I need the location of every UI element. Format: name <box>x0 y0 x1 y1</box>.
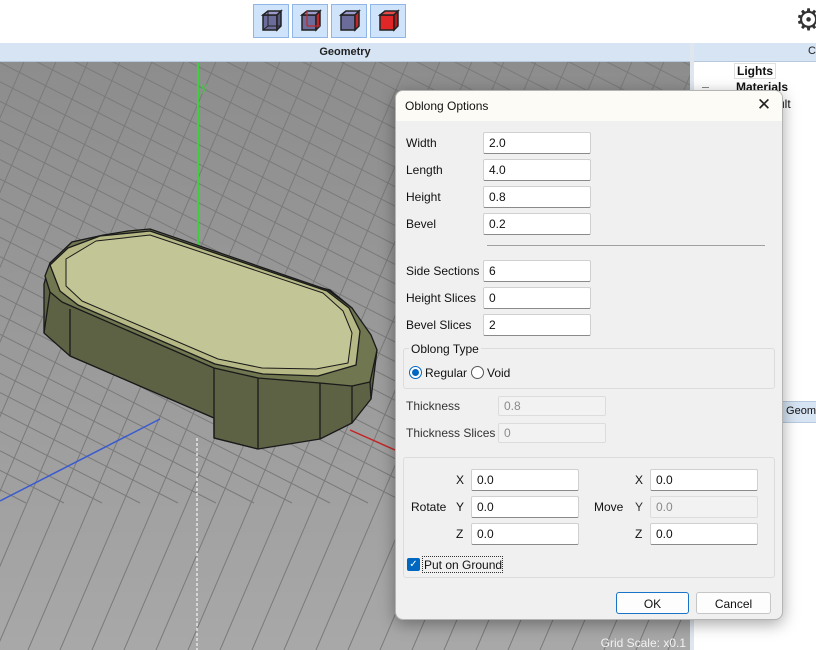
scene-tree-title: C <box>808 45 816 57</box>
tree-collapse-icon[interactable] <box>702 87 709 88</box>
wireframe-cube-icon <box>260 9 283 32</box>
dialog-title: Oblong Options <box>405 99 489 113</box>
rotate-y-input[interactable] <box>471 496 579 518</box>
put-on-ground-checkbox[interactable]: ✓ <box>407 558 420 571</box>
bevel-input[interactable] <box>483 213 591 235</box>
scene-tree-header: C <box>694 43 816 62</box>
rotate-x-input[interactable] <box>471 469 579 491</box>
section-divider <box>487 245 765 246</box>
rotate-z-input[interactable] <box>471 523 579 545</box>
wireframe-view-button[interactable] <box>253 4 289 38</box>
height-input[interactable] <box>483 186 591 208</box>
thickness-slices-label: Thickness Slices <box>406 426 496 440</box>
put-on-ground-label[interactable]: Put on Ground <box>424 558 502 572</box>
ok-button[interactable]: OK <box>616 592 689 614</box>
grid-scale-readout: Grid Scale: x0.1 <box>600 636 686 650</box>
move-x-label: X <box>635 473 644 487</box>
move-z-input[interactable] <box>650 523 758 545</box>
move-label: Move <box>594 500 624 514</box>
regular-radio-label[interactable]: Regular <box>425 366 467 380</box>
oblong-options-dialog: Oblong Options ✕ Width Length Height Bev… <box>395 90 783 620</box>
shaded-cube-icon <box>338 9 361 32</box>
rotate-label: Rotate <box>411 500 447 514</box>
height-slices-label: Height Slices <box>406 291 477 305</box>
move-z-label: Z <box>635 527 643 541</box>
void-radio-label[interactable]: Void <box>487 366 510 380</box>
y-axis-label: y <box>201 80 207 94</box>
rotate-y-label: Y <box>456 500 465 514</box>
shaded-wire-cube-icon <box>299 9 322 32</box>
void-radio[interactable] <box>471 366 484 379</box>
height-slices-input[interactable] <box>483 287 591 309</box>
cancel-button[interactable]: Cancel <box>696 592 771 614</box>
move-y-input <box>650 496 758 518</box>
bevel-slices-input[interactable] <box>483 314 591 336</box>
oblong-type-label: Oblong Type <box>409 342 481 356</box>
top-toolbar: ⚙ <box>0 0 816 43</box>
height-label: Height <box>406 190 441 204</box>
viewport-title: Geometry <box>0 43 690 62</box>
regular-radio[interactable] <box>409 366 422 379</box>
side-sections-input[interactable] <box>483 260 591 282</box>
solid-cube-icon <box>377 9 400 32</box>
shaded-wire-view-button[interactable] <box>292 4 328 38</box>
bevel-slices-label: Bevel Slices <box>406 318 472 332</box>
shaded-view-button[interactable] <box>331 4 367 38</box>
geometry-panel-title: Geom <box>786 405 816 417</box>
dialog-titlebar: Oblong Options ✕ <box>396 91 782 121</box>
move-y-label: Y <box>635 500 644 514</box>
length-label: Length <box>406 163 443 177</box>
width-input[interactable] <box>483 132 591 154</box>
bevel-label: Bevel <box>406 217 437 231</box>
thickness-label: Thickness <box>406 399 461 413</box>
thickness-input <box>498 396 606 416</box>
close-icon[interactable]: ✕ <box>754 95 774 115</box>
gear-icon[interactable]: ⚙ <box>795 6 816 36</box>
width-label: Width <box>406 136 437 150</box>
rotate-z-label: Z <box>456 527 464 541</box>
move-x-input[interactable] <box>650 469 758 491</box>
length-input[interactable] <box>483 159 591 181</box>
rotate-x-label: X <box>456 473 465 487</box>
solid-view-button[interactable] <box>370 4 406 38</box>
tree-item-lights[interactable]: Lights <box>734 63 776 79</box>
side-sections-label: Side Sections <box>406 264 480 278</box>
thickness-slices-input <box>498 423 606 443</box>
